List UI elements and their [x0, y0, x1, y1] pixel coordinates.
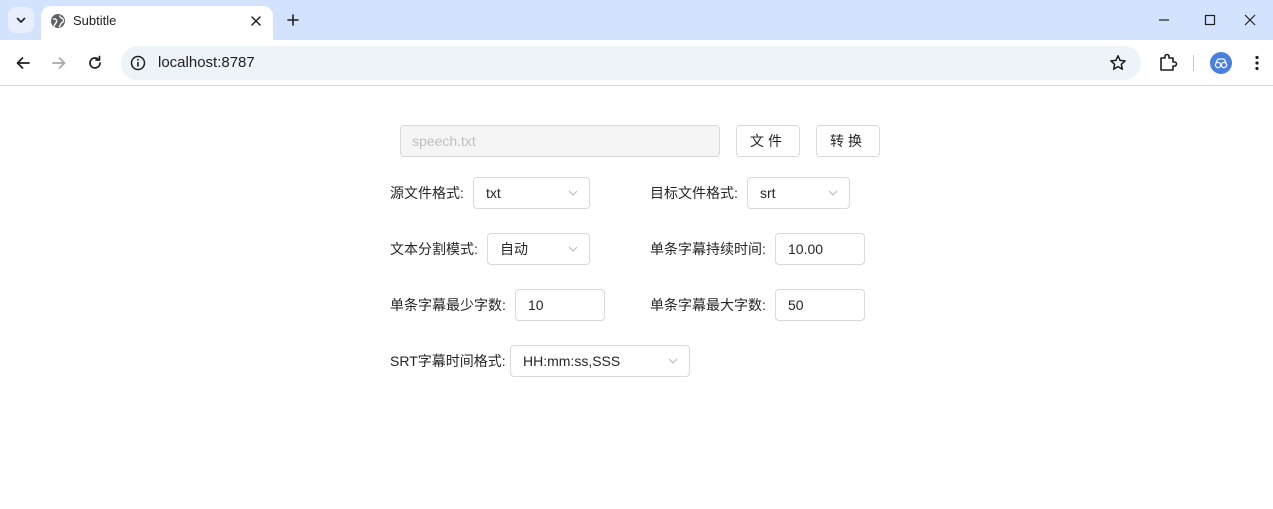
file-path-input[interactable]: speech.txt — [400, 125, 720, 157]
browser-menu-button[interactable] — [1247, 53, 1267, 73]
min-chars-input[interactable]: 10 — [515, 289, 605, 321]
new-tab-button[interactable] — [283, 10, 303, 30]
convert-button[interactable]: 转换 — [816, 125, 880, 157]
avatar-icon — [1214, 58, 1228, 69]
url-text[interactable]: localhost:8787 — [158, 54, 255, 71]
chevron-down-icon — [828, 190, 838, 196]
chevron-down-icon — [16, 17, 26, 23]
split-mode-value: 自动 — [500, 241, 528, 257]
target-format-value: srt — [760, 185, 776, 201]
srt-time-format-value: HH:mm:ss,SSS — [523, 353, 621, 369]
chevron-down-icon — [568, 246, 578, 252]
file-button[interactable]: 文件 — [736, 125, 800, 157]
info-icon[interactable] — [130, 55, 146, 71]
source-format-label: 源文件格式: — [390, 185, 464, 201]
target-format-select[interactable]: srt — [747, 177, 850, 209]
max-chars-input[interactable]: 50 — [775, 289, 865, 321]
arrow-right-icon — [52, 57, 66, 69]
srt-time-format-label: SRT字幕时间格式: — [390, 353, 506, 369]
tab-search-button[interactable] — [8, 7, 34, 33]
arrow-left-icon — [16, 57, 30, 69]
duration-label: 单条字幕持续时间: — [650, 241, 766, 257]
window-close-button[interactable] — [1227, 0, 1273, 40]
srt-time-format-select[interactable]: HH:mm:ss,SSS — [510, 345, 690, 377]
forward-button[interactable] — [45, 49, 73, 77]
min-chars-label: 单条字幕最少字数: — [390, 297, 506, 313]
back-button[interactable] — [9, 49, 37, 77]
tab-title: Subtitle — [73, 13, 117, 28]
address-bar[interactable]: localhost:8787 — [121, 46, 1141, 80]
close-icon — [251, 16, 261, 26]
close-icon — [1244, 14, 1256, 26]
globe-icon — [51, 14, 65, 28]
split-mode-select[interactable]: 自动 — [487, 233, 590, 265]
reload-icon — [89, 55, 101, 69]
close-tab-button[interactable] — [247, 12, 265, 30]
page-content: speech.txt 文件 转换 源文件格式: txt 目标文件格式: srt … — [0, 87, 1273, 509]
minimize-button[interactable] — [1141, 0, 1187, 40]
chevron-down-icon — [668, 358, 678, 364]
duration-input[interactable]: 10.00 — [775, 233, 865, 265]
split-mode-label: 文本分割模式: — [390, 241, 478, 257]
star-icon[interactable] — [1109, 54, 1127, 72]
puzzle-icon[interactable] — [1157, 51, 1179, 73]
tab-strip: Subtitle — [0, 0, 1273, 40]
source-format-select[interactable]: txt — [473, 177, 590, 209]
plus-icon — [287, 14, 299, 26]
browser-toolbar: localhost:8787 — [0, 40, 1273, 86]
toolbar-divider — [1193, 55, 1194, 71]
maximize-icon — [1204, 14, 1216, 26]
source-format-value: txt — [486, 185, 501, 201]
profile-button[interactable] — [1210, 52, 1232, 74]
minimize-icon — [1159, 19, 1169, 21]
kebab-menu-icon — [1255, 55, 1259, 71]
target-format-label: 目标文件格式: — [650, 185, 738, 201]
reload-button[interactable] — [81, 49, 109, 77]
browser-tab[interactable]: Subtitle — [41, 6, 273, 40]
chevron-down-icon — [568, 190, 578, 196]
max-chars-label: 单条字幕最大字数: — [650, 297, 766, 313]
